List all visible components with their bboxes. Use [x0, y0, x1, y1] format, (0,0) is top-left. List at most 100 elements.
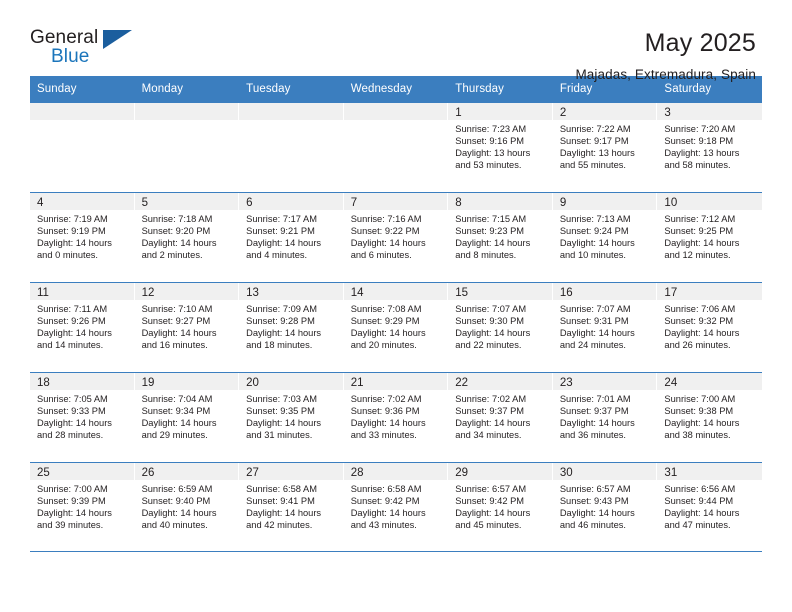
- sunrise-text: Sunrise: 7:01 AM: [559, 394, 631, 404]
- day-number-band: 28: [343, 463, 448, 480]
- day-number: 1: [455, 107, 462, 119]
- calendar-day-cell[interactable]: 18 Sunrise: 7:05 AM Sunset: 9:33 PM Dayligh…: [30, 373, 135, 462]
- sunset-text: Sunset: 9:42 PM: [455, 496, 525, 507]
- daylight-text-line1: Daylight: 13 hours: [559, 148, 635, 159]
- sunset-text: Sunset: 9:17 PM: [559, 136, 629, 147]
- daylight-text-line2: and 47 minutes.: [664, 520, 731, 531]
- calendar-day-cell[interactable]: 22 Sunrise: 7:02 AM Sunset: 9:37 PM Dayligh…: [448, 373, 553, 462]
- calendar-day-cell[interactable]: 6 Sunrise: 7:17 AM Sunset: 9:21 PM Daylight…: [239, 193, 344, 282]
- calendar-day-cell[interactable]: 21 Sunrise: 7:02 AM Sunset: 9:36 PM Dayligh…: [343, 373, 449, 462]
- weekday-header-tuesday: Tuesday: [246, 83, 291, 95]
- sunrise-text: Sunrise: 7:22 AM: [559, 124, 631, 134]
- day-number: 14: [350, 287, 364, 299]
- calendar-week-row: 11 Sunrise: 7:11 AM Sunset: 9:26 PM Dayligh…: [30, 282, 762, 372]
- calendar-day-cell[interactable]: 20 Sunrise: 7:03 AM Sunset: 9:35 PM Dayligh…: [239, 373, 344, 462]
- calendar-day-cell[interactable]: 10 Sunrise: 7:12 AM Sunset: 9:25 PM Dayligh…: [657, 193, 762, 282]
- sunrise-text: Sunrise: 7:04 AM: [141, 394, 213, 404]
- calendar-day-cell[interactable]: 28 Sunrise: 6:58 AM Sunset: 9:42 PM Dayligh…: [343, 463, 449, 551]
- logo-general-blue[interactable]: General Blue: [30, 28, 138, 74]
- day-number-band: 21: [343, 373, 448, 390]
- daylight-text-line1: Daylight: 14 hours: [141, 328, 217, 339]
- calendar-day-cell[interactable]: 15 Sunrise: 7:07 AM Sunset: 9:30 PM Dayligh…: [448, 283, 553, 372]
- sunrise-text: Sunrise: 6:57 AM: [455, 484, 527, 494]
- sunset-text: Sunset: 9:44 PM: [664, 496, 734, 507]
- sunset-text: Sunset: 9:24 PM: [559, 226, 629, 237]
- daylight-text-line1: Daylight: 14 hours: [455, 238, 531, 249]
- calendar-empty-cell: [134, 103, 240, 192]
- daylight-text-line1: Daylight: 14 hours: [141, 238, 217, 249]
- sunset-text: Sunset: 9:43 PM: [559, 496, 629, 507]
- calendar-day-cell[interactable]: 5 Sunrise: 7:18 AM Sunset: 9:20 PM Daylight…: [134, 193, 240, 282]
- day-details: Sunrise: 7:07 AM Sunset: 9:31 PM Daylight:…: [553, 300, 657, 351]
- day-details: Sunrise: 6:57 AM Sunset: 9:43 PM Daylight:…: [553, 480, 657, 531]
- day-details: Sunrise: 7:05 AM Sunset: 9:33 PM Daylight:…: [30, 390, 134, 441]
- sunrise-text: Sunrise: 7:00 AM: [664, 394, 736, 404]
- calendar-day-cell[interactable]: 8 Sunrise: 7:15 AM Sunset: 9:23 PM Daylight…: [448, 193, 553, 282]
- calendar-day-cell[interactable]: 19 Sunrise: 7:04 AM Sunset: 9:34 PM Dayligh…: [134, 373, 240, 462]
- daylight-text-line2: and 12 minutes.: [664, 250, 731, 261]
- calendar-day-cell[interactable]: 9 Sunrise: 7:13 AM Sunset: 9:24 PM Daylight…: [552, 193, 658, 282]
- sunset-text: Sunset: 9:36 PM: [350, 406, 420, 417]
- daylight-text-line2: and 14 minutes.: [37, 340, 104, 351]
- calendar-day-cell[interactable]: 12 Sunrise: 7:10 AM Sunset: 9:27 PM Dayligh…: [134, 283, 240, 372]
- calendar-day-cell[interactable]: 1 Sunrise: 7:23 AM Sunset: 9:16 PM Daylight…: [448, 103, 553, 192]
- day-number-band: 1: [448, 103, 552, 120]
- calendar-day-cell[interactable]: 4 Sunrise: 7:19 AM Sunset: 9:19 PM Daylight…: [30, 193, 135, 282]
- daylight-text-line2: and 6 minutes.: [350, 250, 412, 261]
- day-number-band: 7: [343, 193, 448, 210]
- calendar-day-cell[interactable]: 26 Sunrise: 6:59 AM Sunset: 9:40 PM Dayligh…: [134, 463, 240, 551]
- daylight-text-line2: and 36 minutes.: [559, 430, 626, 441]
- day-details: Sunrise: 7:15 AM Sunset: 9:23 PM Daylight:…: [448, 210, 552, 261]
- day-number: 3: [664, 107, 671, 119]
- sunset-text: Sunset: 9:32 PM: [664, 316, 734, 327]
- daylight-text-line2: and 53 minutes.: [455, 160, 522, 171]
- sunrise-text: Sunrise: 6:57 AM: [559, 484, 631, 494]
- day-number-band: [343, 103, 448, 120]
- calendar-day-cell[interactable]: 24 Sunrise: 7:00 AM Sunset: 9:38 PM Dayligh…: [657, 373, 762, 462]
- daylight-text-line2: and 24 minutes.: [559, 340, 626, 351]
- day-number: 22: [455, 377, 469, 389]
- day-number: 21: [350, 377, 364, 389]
- daylight-text-line1: Daylight: 14 hours: [455, 418, 531, 429]
- daylight-text-line2: and 26 minutes.: [664, 340, 731, 351]
- calendar-day-cell[interactable]: 30 Sunrise: 6:57 AM Sunset: 9:43 PM Dayligh…: [552, 463, 658, 551]
- day-details: Sunrise: 7:02 AM Sunset: 9:36 PM Daylight:…: [344, 390, 448, 441]
- day-number-band: 20: [239, 373, 343, 390]
- calendar-day-cell[interactable]: 13 Sunrise: 7:09 AM Sunset: 9:28 PM Dayligh…: [239, 283, 344, 372]
- daylight-text-line1: Daylight: 13 hours: [664, 148, 740, 159]
- sunset-text: Sunset: 9:33 PM: [37, 406, 106, 417]
- calendar-day-cell[interactable]: 3 Sunrise: 7:20 AM Sunset: 9:18 PM Daylight…: [657, 103, 762, 192]
- sunrise-text: Sunrise: 7:10 AM: [141, 304, 213, 314]
- calendar-day-cell[interactable]: 31 Sunrise: 6:56 AM Sunset: 9:44 PM Dayligh…: [657, 463, 762, 551]
- calendar-day-cell[interactable]: 7 Sunrise: 7:16 AM Sunset: 9:22 PM Daylight…: [343, 193, 449, 282]
- sunrise-text: Sunrise: 7:02 AM: [455, 394, 527, 404]
- sunset-text: Sunset: 9:41 PM: [246, 496, 315, 507]
- sunrise-text: Sunrise: 7:20 AM: [664, 124, 736, 134]
- calendar-day-cell[interactable]: 14 Sunrise: 7:08 AM Sunset: 9:29 PM Dayligh…: [343, 283, 449, 372]
- day-number: 8: [455, 197, 462, 209]
- calendar-day-cell[interactable]: 29 Sunrise: 6:57 AM Sunset: 9:42 PM Dayligh…: [448, 463, 553, 551]
- sunrise-text: Sunrise: 6:58 AM: [246, 484, 317, 494]
- calendar-day-cell[interactable]: 11 Sunrise: 7:11 AM Sunset: 9:26 PM Dayligh…: [30, 283, 135, 372]
- calendar-week-row: 4 Sunrise: 7:19 AM Sunset: 9:19 PM Daylight…: [30, 192, 762, 282]
- calendar-day-cell[interactable]: 16 Sunrise: 7:07 AM Sunset: 9:31 PM Dayligh…: [552, 283, 658, 372]
- day-number-band: 31: [657, 463, 762, 480]
- calendar-day-cell[interactable]: 23 Sunrise: 7:01 AM Sunset: 9:37 PM Dayligh…: [552, 373, 658, 462]
- calendar-day-cell[interactable]: 25 Sunrise: 7:00 AM Sunset: 9:39 PM Dayligh…: [30, 463, 135, 551]
- sunset-text: Sunset: 9:30 PM: [455, 316, 525, 327]
- calendar-day-cell[interactable]: 2 Sunrise: 7:22 AM Sunset: 9:17 PM Daylight…: [552, 103, 658, 192]
- day-number-band: 18: [30, 373, 134, 390]
- calendar-day-cell[interactable]: 17 Sunrise: 7:06 AM Sunset: 9:32 PM Dayligh…: [657, 283, 762, 372]
- sunrise-text: Sunrise: 6:58 AM: [350, 484, 422, 494]
- daylight-text-line2: and 38 minutes.: [664, 430, 731, 441]
- day-details: Sunrise: 7:04 AM Sunset: 9:34 PM Daylight:…: [135, 390, 239, 441]
- day-number: 30: [559, 467, 573, 479]
- daylight-text-line1: Daylight: 14 hours: [246, 328, 322, 339]
- daylight-text-line1: Daylight: 14 hours: [664, 238, 740, 249]
- calendar-day-cell[interactable]: 27 Sunrise: 6:58 AM Sunset: 9:41 PM Dayligh…: [239, 463, 344, 551]
- day-details: Sunrise: 6:56 AM Sunset: 9:44 PM Daylight:…: [657, 480, 762, 531]
- weekday-header-sunday: Sunday: [37, 83, 77, 95]
- daylight-text-line2: and 20 minutes.: [350, 340, 417, 351]
- day-number: 29: [455, 467, 469, 479]
- day-number-band: 11: [30, 283, 134, 300]
